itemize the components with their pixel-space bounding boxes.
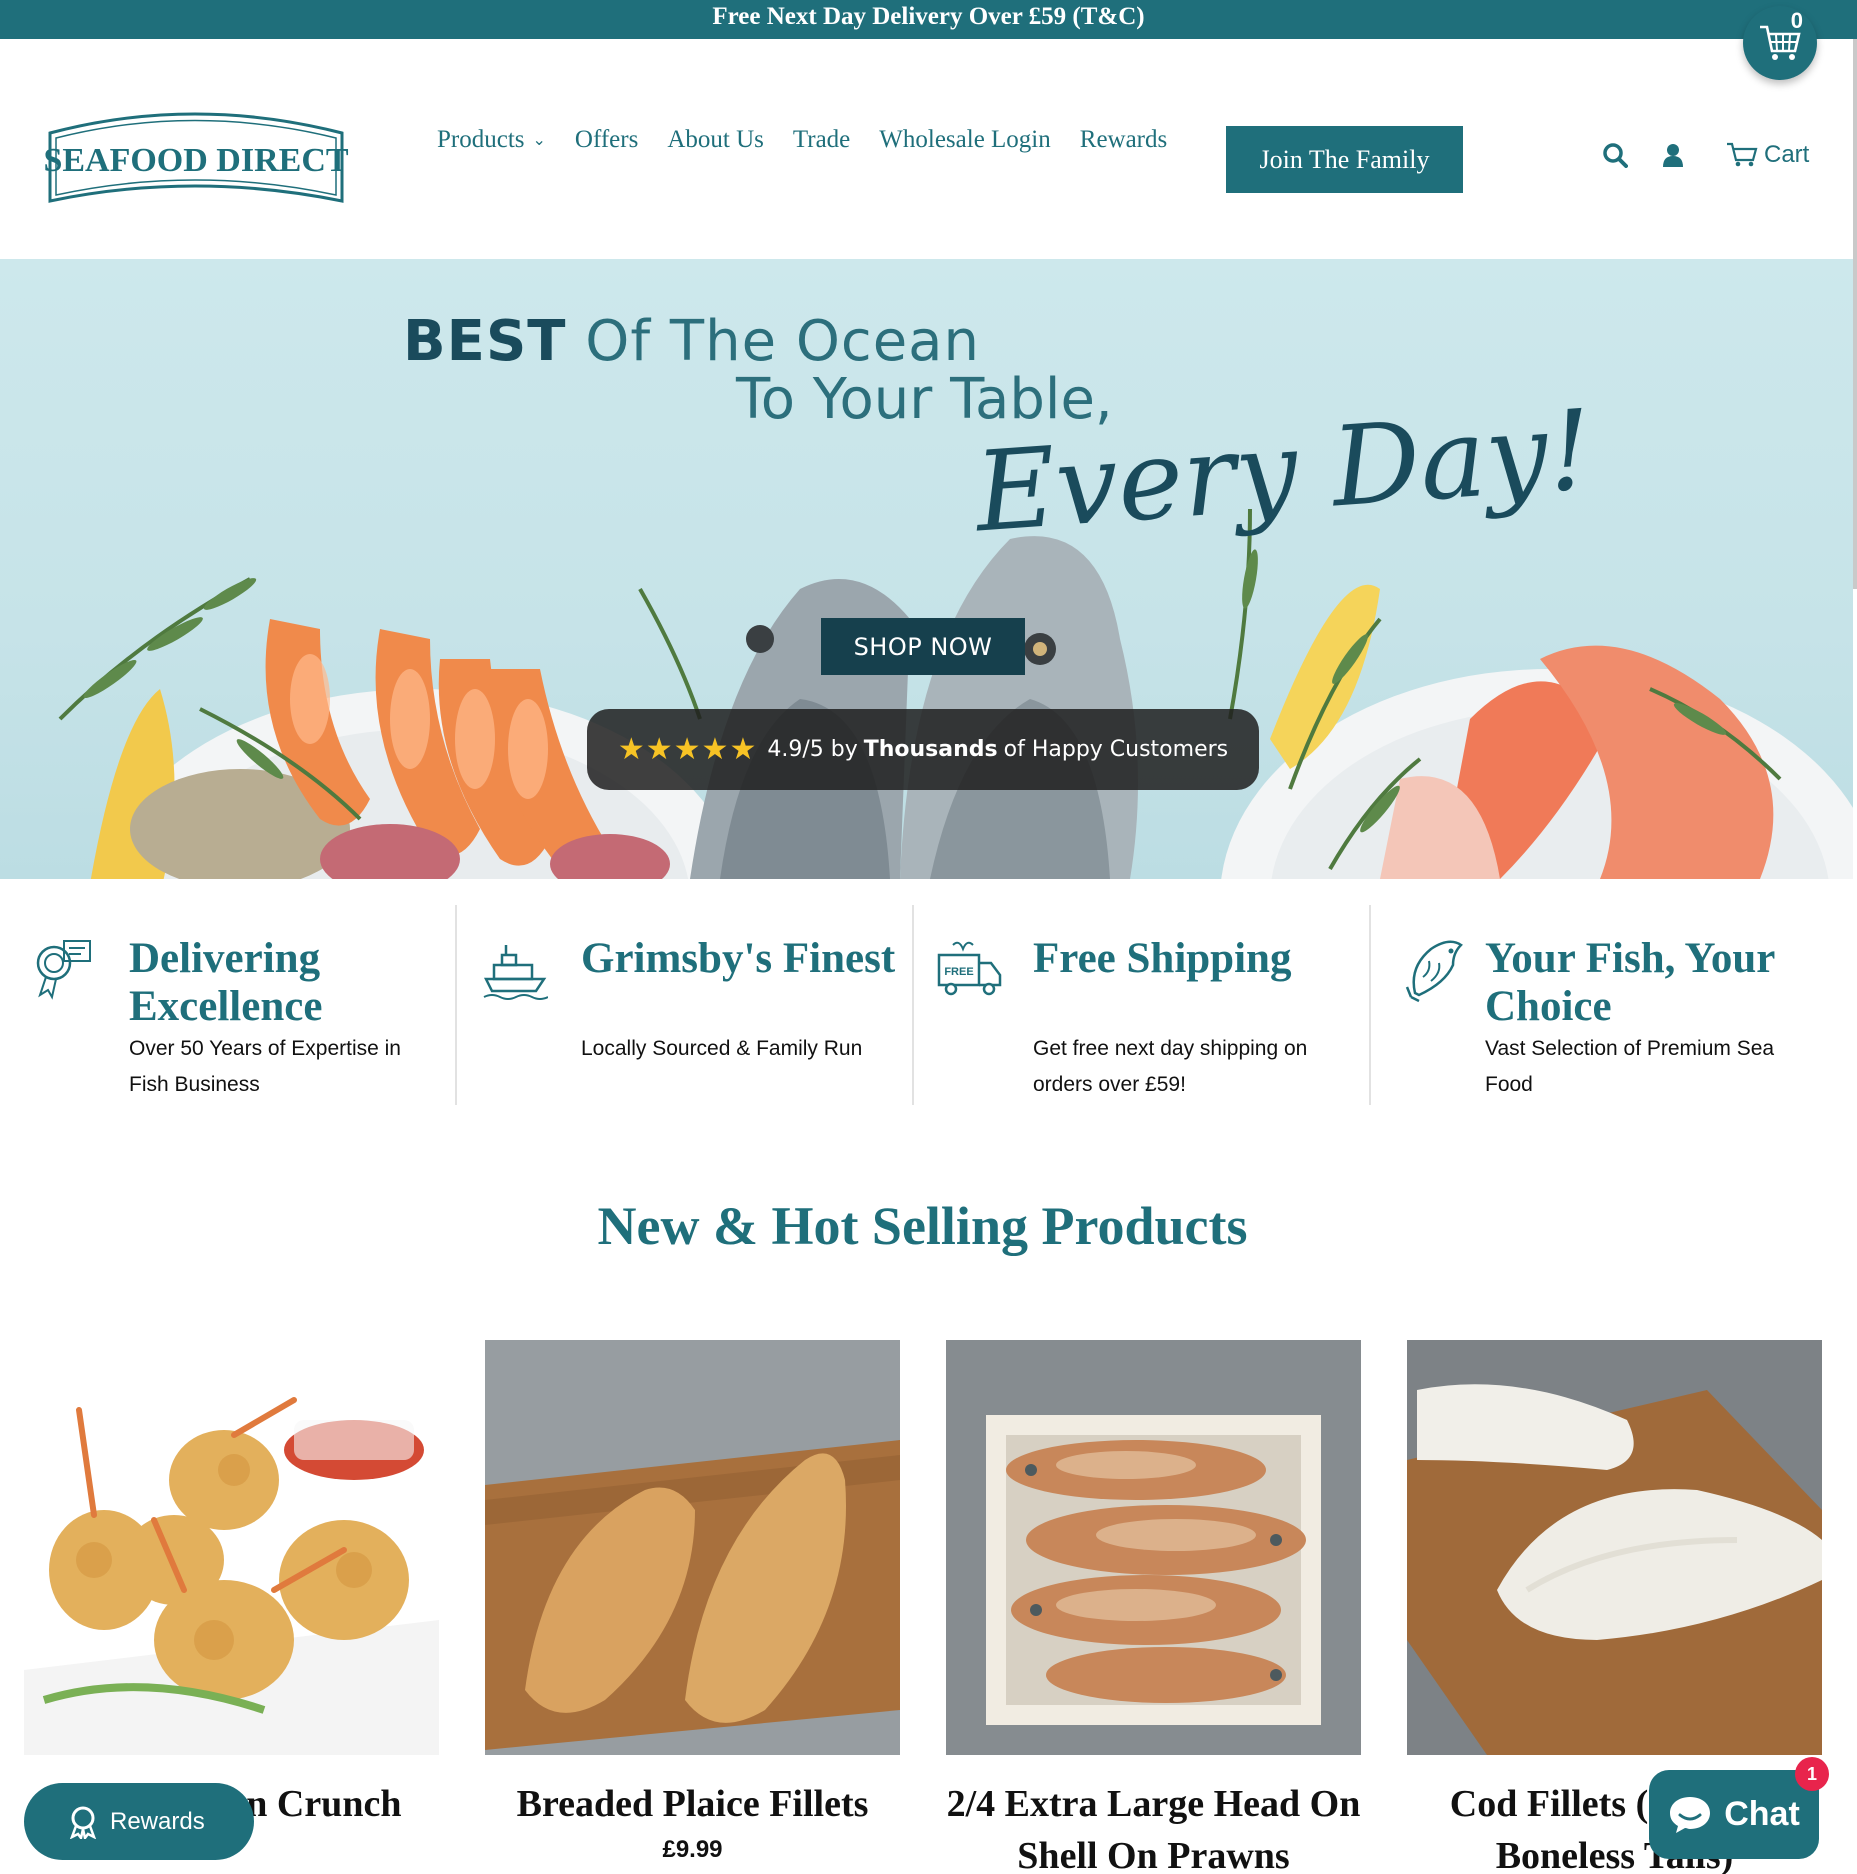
announcement-bar[interactable]: Free Next Day Delivery Over £59 (T&C) [0, 0, 1857, 39]
feature-title: Delivering Excellence [129, 935, 323, 1030]
star-rating-icon: ★★★★★ [617, 732, 758, 767]
hero-heading-bold: BEST [403, 309, 567, 374]
rating-score: 4.9/5 by [767, 737, 858, 762]
header-actions: Cart [1600, 140, 1809, 170]
announcement-text[interactable]: Free Next Day Delivery Over £59 (T&C) [712, 3, 1144, 30]
seafood-direct-logo[interactable]: SEAFOOD DIRECT [44, 105, 349, 223]
product-image[interactable] [24, 1340, 439, 1755]
chat-bubble-icon [1670, 1796, 1711, 1833]
feature-delivering-excellence: Delivering Excellence Over 50 Years of E… [0, 905, 457, 1105]
nav-wholesale-label: Wholesale Login [879, 126, 1051, 153]
nav-trade[interactable]: Trade [793, 126, 850, 154]
nav-about-label: About Us [667, 126, 764, 153]
cart-icon [1727, 142, 1758, 167]
product-name[interactable]: 2/4 Extra Large Head On Shell On Prawns [946, 1778, 1361, 1874]
ship-icon [483, 945, 548, 1000]
rewards-label: Rewards [110, 1807, 205, 1835]
cart-count: 0 [1790, 8, 1803, 33]
product-image[interactable] [946, 1340, 1361, 1755]
rewards-ribbon-icon [69, 1806, 97, 1839]
feature-desc: Locally Sourced & Family Run [581, 1037, 863, 1060]
search-icon[interactable] [1600, 140, 1630, 170]
feature-desc: Over 50 Years of Expertise in Fish Busin… [129, 1037, 401, 1096]
chat-launcher[interactable]: Chat [1649, 1770, 1819, 1859]
rating-badge: ★★★★★ 4.9/5 by Thousands of Happy Custom… [587, 709, 1259, 790]
nav-rewards-label: Rewards [1079, 126, 1168, 153]
free-delivery-truck-icon: FREE [937, 941, 1002, 996]
hero-banner[interactable]: BEST Of The Ocean To Your Table, Every D… [0, 259, 1853, 879]
feature-title: Your Fish, Your Choice [1485, 935, 1775, 1030]
feature-your-fish-your-choice: Your Fish, Your Choice Vast Selection of… [1371, 905, 1828, 1105]
rating-bold: Thousands [863, 737, 998, 762]
product-image[interactable] [485, 1340, 900, 1755]
join-the-family-button[interactable]: Join The Family [1226, 126, 1463, 193]
rating-rest: of Happy Customers [1003, 737, 1229, 762]
hero-heading-rest: Of The Ocean [585, 309, 980, 374]
features-strip: Delivering Excellence Over 50 Years of E… [0, 905, 1857, 1105]
section-title: New & Hot Selling Products [597, 1196, 1248, 1256]
chat-notification-badge: 1 [1795, 1757, 1829, 1791]
feature-title: Grimsby's Finest [581, 935, 896, 982]
feature-desc: Get free next day shipping on orders ove… [1033, 1037, 1308, 1096]
nav-trade-label: Trade [792, 126, 851, 153]
product-image[interactable] [1407, 1340, 1822, 1755]
hero-heading-line1: BEST Of The Ocean [403, 309, 980, 374]
svg-text:FREE: FREE [944, 966, 973, 978]
nav-offers-label: Offers [574, 126, 639, 153]
cart-link[interactable]: Cart [1726, 141, 1809, 169]
account-icon[interactable] [1658, 140, 1688, 170]
award-certificate-icon [36, 940, 91, 1000]
nav-wholesale-login[interactable]: Wholesale Login [879, 126, 1050, 154]
nav-products-label: Products [437, 126, 525, 153]
scrollbar[interactable] [1853, 39, 1857, 589]
chat-label: Chat [1724, 1795, 1800, 1833]
nav-products[interactable]: Products ⌄ [437, 126, 546, 154]
nav-about-us[interactable]: About Us [667, 126, 764, 154]
chevron-down-icon: ⌄ [532, 132, 546, 149]
feature-title: Free Shipping [1033, 935, 1292, 982]
feature-free-shipping: FREE Free Shipping Get free next day shi… [914, 905, 1371, 1105]
cart-label: Cart [1764, 141, 1810, 168]
fish-icon [1405, 940, 1463, 1003]
product-card[interactable]: 2/4 Extra Large Head On Shell On Prawns [946, 1340, 1361, 1874]
rewards-launcher[interactable]: Rewards [24, 1783, 254, 1860]
product-name[interactable]: Breaded Plaice Fillets [485, 1778, 900, 1830]
shop-now-button[interactable]: SHOP NOW [821, 618, 1025, 675]
product-grid: …ing Prawn Crunch Breaded Plaice Fillets… [24, 1340, 1824, 1874]
product-price: £9.99 [662, 1836, 723, 1863]
product-card[interactable]: Breaded Plaice Fillets £9.99 [485, 1340, 900, 1874]
logo-text: SEAFOOD DIRECT [44, 142, 349, 179]
site-header: SEAFOOD DIRECT Products ⌄ Offers About U… [0, 39, 1857, 259]
floating-cart-button[interactable]: 0 [1743, 6, 1817, 80]
nav-offers[interactable]: Offers [575, 126, 638, 154]
feature-desc: Vast Selection of Premium Sea Food [1485, 1037, 1775, 1096]
main-nav: Products ⌄ Offers About Us Trade Wholesa… [437, 126, 1196, 154]
feature-grimsbys-finest: Grimsby's Finest Locally Sourced & Famil… [457, 905, 914, 1105]
nav-rewards[interactable]: Rewards [1080, 126, 1167, 154]
